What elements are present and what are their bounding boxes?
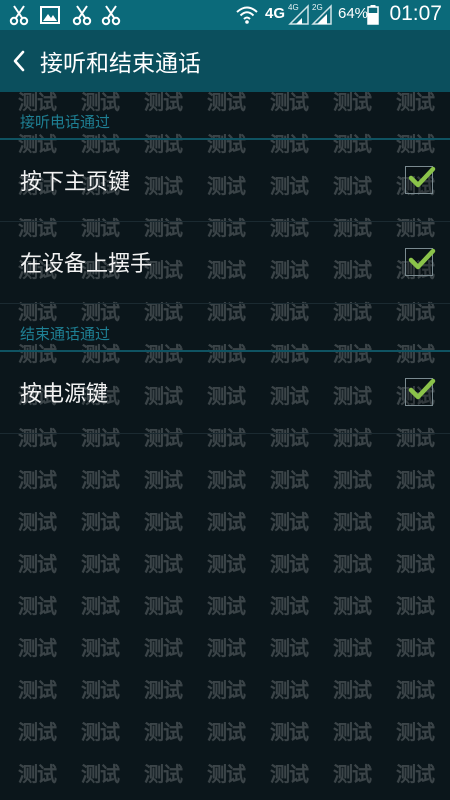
checkmark-icon (408, 378, 436, 400)
watermark-text: 测试 (333, 636, 372, 660)
watermark-text: 测试 (333, 510, 372, 534)
setting-row-home-key[interactable]: 按下主页键 (0, 140, 450, 222)
watermark-text: 测试 (144, 762, 183, 786)
watermark-text: 测试 (144, 552, 183, 576)
watermark-text: 测试 (144, 594, 183, 618)
watermark-text: 测试 (333, 678, 372, 702)
battery-percent: 64% (338, 5, 369, 22)
watermark-text: 测试 (18, 762, 57, 786)
watermark-text: 测试 (207, 468, 246, 492)
image-icon (39, 4, 61, 26)
watermark-text: 测试 (18, 678, 57, 702)
watermark-text: 测试 (270, 636, 309, 660)
watermark-text: 测试 (270, 510, 309, 534)
clock: 01:07 (389, 2, 442, 25)
watermark-text: 测试 (81, 594, 120, 618)
watermark-text: 测试 (207, 636, 246, 660)
back-button[interactable] (0, 30, 40, 92)
checkmark-icon (408, 248, 436, 270)
status-bar: 4G 4G 2G 64% 01:07 (0, 0, 450, 30)
section-header-label: 结束通话通过 (20, 325, 111, 343)
watermark-text: 测试 (144, 468, 183, 492)
checkmark-icon (408, 166, 436, 188)
watermark-text: 测试 (396, 636, 435, 660)
setting-label: 按电源键 (20, 382, 109, 407)
screen: 测试 测试 测试 测试 测试 测试 测试 测试 测试 测试 测试 测试 测试 测试 测试 测试 测试 测试 测试 测试… (0, 0, 450, 800)
watermark-text: 测试 (333, 468, 372, 492)
watermark-text: 测试 (270, 468, 309, 492)
watermark-text: 测试 (18, 636, 57, 660)
watermark-text: 测试 (333, 720, 372, 744)
watermark-text: 测试 (270, 552, 309, 576)
section-header-end: 结束通话通过 (0, 304, 450, 352)
watermark-text: 测试 (18, 510, 57, 534)
signal-icon (288, 4, 310, 26)
watermark-text: 测试 (207, 762, 246, 786)
setting-row-power-key[interactable]: 按电源键 (0, 352, 450, 434)
watermark-text: 测试 (144, 510, 183, 534)
settings-list: 接听电话通过 按下主页键 在设备上摆手 结束通话通过 按电源键 (0, 92, 450, 434)
setting-label: 在设备上摆手 (20, 252, 153, 277)
watermark-text: 测试 (18, 552, 57, 576)
watermark-text: 测试 (81, 636, 120, 660)
watermark-text: 测试 (144, 678, 183, 702)
checkbox-power-key[interactable] (405, 378, 436, 406)
checkbox-home-key[interactable] (405, 166, 436, 194)
scissors-icon (71, 4, 93, 26)
watermark-text: 测试 (207, 552, 246, 576)
watermark-text: 测试 (144, 720, 183, 744)
watermark-text: 测试 (207, 678, 246, 702)
watermark-text: 测试 (81, 762, 120, 786)
watermark-text: 测试 (396, 510, 435, 534)
watermark-text: 测试 (270, 720, 309, 744)
checkbox-wave-hand[interactable] (405, 248, 436, 276)
wifi-icon (236, 4, 258, 26)
watermark-text: 测试 (333, 762, 372, 786)
watermark-text: 测试 (396, 468, 435, 492)
chevron-left-icon (13, 50, 25, 72)
scissors-icon (8, 4, 30, 26)
section-header-answer: 接听电话通过 (0, 92, 450, 140)
signal-icon (311, 4, 333, 26)
battery-icon (367, 4, 379, 26)
section-header-label: 接听电话通过 (20, 113, 111, 131)
setting-label: 按下主页键 (20, 170, 131, 195)
watermark-text: 测试 (144, 636, 183, 660)
watermark-text: 测试 (18, 720, 57, 744)
watermark-text: 测试 (81, 720, 120, 744)
watermark-text: 测试 (81, 468, 120, 492)
watermark-text: 测试 (396, 594, 435, 618)
watermark-text: 测试 (270, 762, 309, 786)
network-type-label: 4G (265, 5, 286, 22)
watermark-text: 测试 (333, 594, 372, 618)
setting-row-wave-hand[interactable]: 在设备上摆手 (0, 222, 450, 304)
watermark-text: 测试 (81, 510, 120, 534)
watermark-text: 测试 (396, 720, 435, 744)
watermark-text: 测试 (270, 594, 309, 618)
scissors-icon (100, 4, 122, 26)
watermark-text: 测试 (270, 678, 309, 702)
watermark-text: 测试 (207, 720, 246, 744)
watermark-text: 测试 (81, 552, 120, 576)
watermark-text: 测试 (18, 468, 57, 492)
watermark-text: 测试 (396, 552, 435, 576)
watermark-text: 测试 (207, 594, 246, 618)
watermark-text: 测试 (396, 762, 435, 786)
watermark-text: 测试 (333, 552, 372, 576)
action-bar: 接听和结束通话 (0, 30, 450, 92)
watermark-text: 测试 (18, 594, 57, 618)
watermark-text: 测试 (207, 510, 246, 534)
page-title: 接听和结束通话 (40, 51, 201, 77)
watermark-text: 测试 (81, 678, 120, 702)
watermark-text: 测试 (396, 678, 435, 702)
